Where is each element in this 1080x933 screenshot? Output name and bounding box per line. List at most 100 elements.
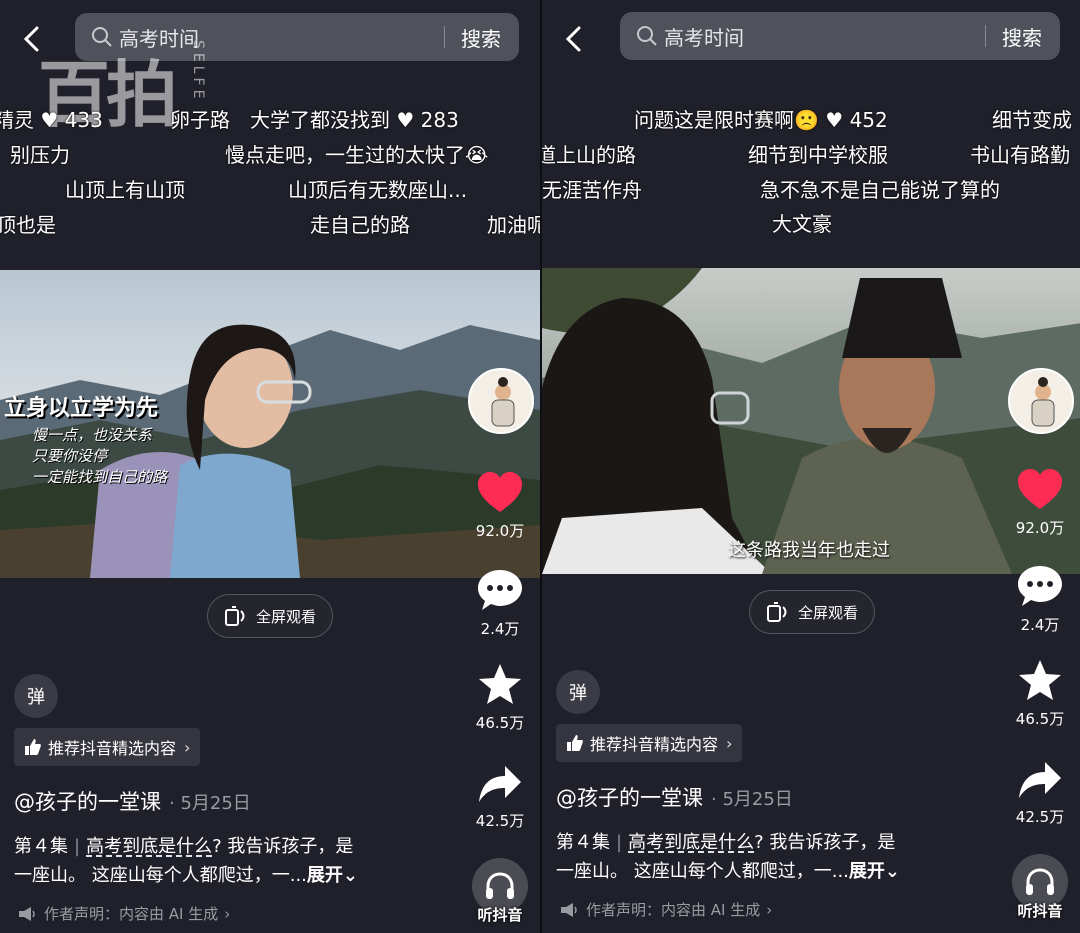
listen-label: 听抖音: [1017, 902, 1063, 920]
left-panel: 高考时间 搜索 百拍 SELFE 精灵 ♥ 433 卵子路 大学了都没找到 ♥ …: [0, 0, 540, 933]
fullscreen-label: 全屏观看: [255, 607, 316, 626]
share-button[interactable]: 42.5万: [1010, 760, 1070, 827]
video-subtitle: 这条路我当年也走过: [728, 540, 890, 561]
expand-button[interactable]: 展开: [307, 865, 343, 886]
danmaku-item: 走自己的路: [310, 213, 410, 237]
ai-declaration[interactable]: 作者声明：内容由 AI 生成 ›: [560, 899, 772, 920]
description-text: ? 我告诉孩子，是: [754, 832, 896, 853]
search-button[interactable]: 搜索: [445, 23, 519, 52]
like-button[interactable]: 92.0万: [470, 470, 530, 541]
author-avatar[interactable]: [468, 368, 534, 434]
danmaku-item: 书山有路勤: [970, 143, 1070, 167]
thumbs-up-icon: [567, 735, 583, 751]
share-icon: [479, 766, 521, 802]
recommend-label: 推荐抖音精选内容: [590, 735, 719, 754]
video-frame-scholar: [542, 268, 1080, 574]
headphones-icon: [486, 872, 514, 899]
topic-link[interactable]: 高考到底是什么: [86, 836, 212, 857]
star-icon: [479, 664, 521, 704]
author-name[interactable]: @孩子的一堂课: [14, 790, 161, 814]
danmaku-item: 卵子路: [170, 108, 230, 132]
chevron-right-icon: ›: [224, 904, 231, 923]
megaphone-icon: [561, 902, 577, 917]
share-count: 42.5万: [1015, 808, 1065, 826]
danmaku-toggle[interactable]: 弹: [556, 670, 600, 714]
favorite-count: 46.5万: [475, 714, 525, 732]
headphones-icon: [1026, 868, 1054, 895]
episode-label: 第４集: [556, 832, 610, 853]
like-count: 92.0万: [1015, 519, 1065, 537]
danmaku-item: 大学了都没找到 ♥ 283: [250, 108, 459, 132]
danmaku-item: 山顶后有无数座山...: [288, 178, 468, 202]
ai-declaration-text: 作者声明：内容由 AI 生成: [586, 901, 761, 919]
chevron-right-icon: ›: [726, 733, 733, 753]
expand-button[interactable]: 展开: [849, 861, 885, 882]
video-frame-girl: [0, 270, 540, 578]
back-icon[interactable]: [560, 24, 590, 54]
video-overlay-title: 立身以立学为先: [4, 395, 159, 421]
danmaku-item: 加油呢?: [487, 213, 540, 237]
recommend-tag[interactable]: 推荐抖音精选内容 ›: [14, 728, 201, 766]
danmaku-area: 问题这是限时赛啊🙁 ♥ 452 细节变成 道上山的路 细节到中学校服 书山有路勤…: [542, 92, 1080, 252]
post-date: · 5月25日: [711, 789, 793, 810]
search-icon: [637, 26, 657, 46]
ai-declaration-text: 作者声明：内容由 AI 生成: [44, 905, 219, 923]
description-text-line2: 一座山。 这座山每个人都爬过，一...: [556, 861, 849, 882]
danmaku-item: 山顶上有山顶: [65, 178, 185, 202]
chevron-right-icon: ›: [766, 900, 773, 919]
danmaku-toggle[interactable]: 弹: [14, 674, 58, 718]
comment-count: 2.4万: [480, 620, 520, 638]
comment-button[interactable]: 2.4万: [1010, 564, 1070, 635]
heart-icon: ♥: [825, 108, 844, 132]
heart-icon: ♥: [396, 108, 415, 132]
video-player[interactable]: 立身以立学为先 慢一点，也没关系 只要你没停 一定能找到自己的路: [0, 270, 540, 578]
danmaku-item: 精灵 ♥ 433: [0, 108, 103, 132]
megaphone-icon: [19, 906, 35, 921]
fullscreen-button[interactable]: 全屏观看: [749, 590, 875, 634]
post-date: · 5月25日: [169, 793, 251, 814]
danmaku-item: 急不急不是自己能说了算的: [760, 178, 1000, 202]
danmaku-item: 细节到中学校服: [748, 143, 888, 167]
chevron-down-icon: ⌄: [884, 861, 900, 882]
fullscreen-icon: [766, 602, 787, 622]
video-overlay-lines: 慢一点，也没关系 只要你没停 一定能找到自己的路: [32, 426, 168, 486]
danmaku-item: 大文豪: [772, 212, 832, 236]
chevron-down-icon: ⌄: [342, 865, 358, 886]
heart-icon: [1018, 469, 1062, 509]
video-description: 第４集 | 高考到底是什么? 我告诉孩子，是 一座山。 这座山每个人都爬过，一...…: [14, 832, 414, 890]
topic-link[interactable]: 高考到底是什么: [628, 832, 754, 853]
ai-declaration[interactable]: 作者声明：内容由 AI 生成 ›: [18, 903, 230, 924]
danmaku-item: 细节变成: [992, 108, 1072, 132]
author-avatar[interactable]: [1008, 368, 1074, 434]
description-text-line2: 一座山。 这座山每个人都爬过，一...: [14, 865, 307, 886]
favorite-button[interactable]: 46.5万: [1010, 658, 1070, 729]
listen-douyin-button[interactable]: 听抖音: [1008, 854, 1072, 921]
description-separator: |: [616, 832, 623, 853]
search-button[interactable]: 搜索: [986, 22, 1060, 51]
fullscreen-icon: [224, 606, 245, 626]
search-bar[interactable]: 高考时间 搜索: [620, 12, 1060, 60]
share-button[interactable]: 42.5万: [470, 764, 530, 831]
comment-button[interactable]: 2.4万: [470, 568, 530, 639]
description-separator: |: [74, 836, 81, 857]
episode-label: 第４集: [14, 836, 68, 857]
comment-icon: [1018, 566, 1062, 606]
author-line: @孩子的一堂课 · 5月25日: [556, 782, 793, 812]
recommend-label: 推荐抖音精选内容: [48, 739, 177, 758]
share-count: 42.5万: [475, 812, 525, 830]
chevron-right-icon: ›: [184, 737, 191, 757]
right-panel: 高考时间 搜索 问题这是限时赛啊🙁 ♥ 452 细节变成 道上山的路 细节到中学…: [540, 0, 1080, 933]
like-button[interactable]: 92.0万: [1010, 467, 1070, 538]
video-player[interactable]: 这条路我当年也走过: [542, 268, 1080, 574]
fullscreen-button[interactable]: 全屏观看: [207, 594, 333, 638]
listen-label: 听抖音: [477, 906, 523, 924]
danmaku-item: 别压力: [10, 143, 70, 167]
search-input[interactable]: 高考时间: [664, 22, 985, 51]
listen-douyin-button[interactable]: 听抖音: [468, 858, 532, 925]
comment-count: 2.4万: [1020, 616, 1060, 634]
author-name[interactable]: @孩子的一堂课: [556, 786, 703, 810]
danmaku-item: 顶也是: [0, 213, 56, 237]
danmaku-item: 问题这是限时赛啊🙁 ♥ 452: [634, 108, 888, 132]
recommend-tag[interactable]: 推荐抖音精选内容 ›: [556, 724, 743, 762]
favorite-button[interactable]: 46.5万: [470, 662, 530, 733]
